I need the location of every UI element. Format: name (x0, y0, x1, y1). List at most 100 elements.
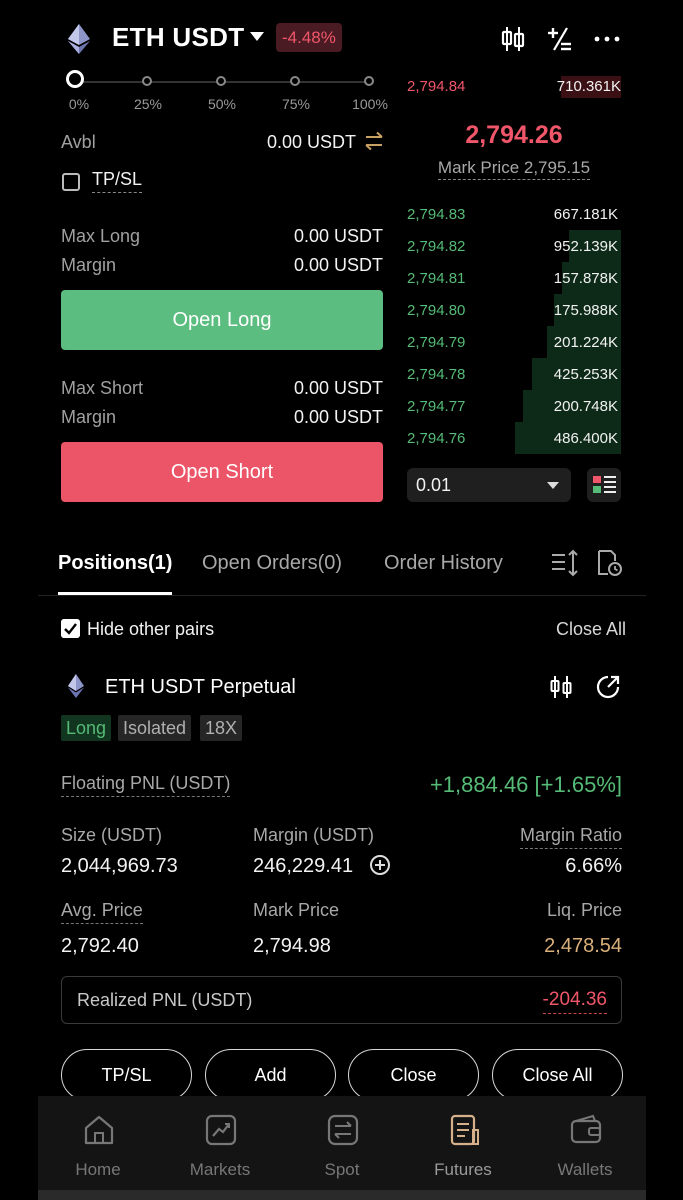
floating-pnl-label[interactable]: Floating PNL (USDT) (61, 773, 231, 797)
slider-dot-100[interactable] (364, 76, 374, 86)
orderbook-bid-row[interactable]: 2,794.80 175.988K (407, 294, 621, 326)
nav-wallets[interactable]: Wallets (525, 1096, 645, 1196)
orderbook-bid-row[interactable]: 2,794.77 200.748K (407, 390, 621, 422)
open-long-button[interactable]: Open Long (61, 290, 383, 350)
bid-price: 2,794.76 (407, 430, 466, 447)
precision-select[interactable]: 0.01 (407, 468, 571, 502)
avg-price-label[interactable]: Avg. Price (61, 900, 143, 924)
ethereum-logo-icon (68, 24, 90, 54)
liq-price-label: Liq. Price (546, 900, 622, 920)
bid-qty: 952.139K (553, 238, 618, 255)
history-document-icon[interactable] (594, 548, 624, 578)
slider-label-50: 50% (207, 96, 237, 112)
bid-price: 2,794.81 (407, 270, 466, 287)
tpsl-checkbox[interactable] (62, 173, 80, 191)
pair-dropdown-caret-icon[interactable] (250, 32, 264, 41)
slider-dot-25[interactable] (142, 76, 152, 86)
nav-futures[interactable]: Futures (403, 1096, 523, 1196)
mark-price-text: Mark Price 2,795.15 (437, 158, 591, 180)
calculator-icon[interactable] (544, 24, 574, 54)
margin-label: Margin (USDT) (253, 825, 375, 845)
slider-label-75: 75% (281, 96, 311, 112)
bid-price: 2,794.78 (407, 366, 466, 383)
wallet-icon (570, 1114, 602, 1144)
hide-other-pairs-checkbox[interactable] (61, 619, 80, 638)
margin-ratio-label[interactable]: Margin Ratio (519, 825, 622, 849)
more-options-icon[interactable] (592, 24, 622, 54)
orderbook-bid-row[interactable]: 2,794.81 157.878K (407, 262, 621, 294)
max-long-label: Max Long (61, 226, 141, 246)
realized-pnl-box[interactable]: Realized PNL (USDT) -204.36 (61, 976, 622, 1024)
bid-qty: 175.988K (553, 302, 618, 319)
bid-qty: 201.224K (553, 334, 618, 351)
add-margin-icon[interactable] (369, 854, 391, 876)
orderbook-bid-row[interactable]: 2,794.76 486.400K (407, 422, 621, 454)
slider-handle[interactable] (66, 70, 84, 88)
open-short-button[interactable]: Open Short (61, 442, 383, 502)
candlestick-chart-icon[interactable] (498, 24, 528, 54)
liq-price-value: 2,478.54 (544, 935, 622, 957)
transfer-icon[interactable] (364, 131, 384, 151)
margin-mode-tag: Isolated (118, 715, 192, 741)
share-icon[interactable] (595, 674, 621, 700)
margin-value: 246,229.41 (253, 855, 354, 877)
position-title[interactable]: ETH USDT Perpetual (105, 676, 296, 699)
bid-qty: 486.400K (553, 430, 618, 447)
close-button[interactable]: Close (348, 1049, 479, 1101)
system-home-bar (38, 1190, 646, 1200)
spot-swap-icon (327, 1114, 359, 1146)
nav-markets[interactable]: Markets (160, 1096, 280, 1196)
tab-positions[interactable]: Positions(1) (58, 552, 172, 575)
avg-price-value: 2,792.40 (61, 935, 139, 957)
tpsl-button[interactable]: TP/SL (61, 1049, 192, 1101)
pair-title[interactable]: ETH USDT (112, 22, 244, 53)
orderbook-layout-icon[interactable] (587, 468, 621, 502)
nav-home-label: Home (75, 1160, 121, 1179)
slider-dot-50[interactable] (216, 76, 226, 86)
long-margin-value: 0.00 USDT (293, 255, 383, 275)
tab-order-history[interactable]: Order History (384, 552, 503, 575)
tab-open-orders[interactable]: Open Orders(0) (202, 552, 342, 575)
active-tab-indicator (58, 592, 172, 595)
leverage-tag[interactable]: 18X (200, 715, 243, 741)
add-button[interactable]: Add (205, 1049, 336, 1101)
leverage-slider[interactable]: 0% 25% 50% 75% 100% (60, 70, 388, 116)
ask-price: 2,794.84 (407, 78, 466, 95)
bid-price: 2,794.82 (407, 238, 466, 255)
app-frame: ETH USDT -4.48% 0% 25% 50% 75% 100% Avbl… (38, 0, 646, 1200)
nav-home[interactable]: Home (38, 1096, 158, 1196)
close-all-positions-link[interactable]: Close All (556, 619, 626, 640)
close-all-button[interactable]: Close All (492, 1049, 623, 1101)
slider-label-100: 100% (352, 96, 388, 112)
hide-other-pairs-label[interactable]: Hide other pairs (87, 619, 214, 640)
tpsl-label[interactable]: TP/SL (92, 169, 143, 193)
orderbook-bid-row[interactable]: 2,794.79 201.224K (407, 326, 621, 358)
margin-ratio-value: 6.66% (565, 855, 622, 877)
floating-pnl-value: +1,884.46 [+1.65%] (429, 772, 622, 797)
candlestick-chart-icon[interactable] (548, 674, 574, 700)
orderbook-bid-row[interactable]: 2,794.78 425.253K (407, 358, 621, 390)
max-short-value: 0.00 USDT (293, 378, 383, 398)
slider-label-0: 0% (68, 96, 90, 112)
bid-qty: 157.878K (553, 270, 618, 287)
orderbook-bid-row[interactable]: 2,794.82 952.139K (407, 230, 621, 262)
chevron-down-icon (547, 482, 559, 489)
ethereum-logo-icon (68, 674, 84, 698)
mark-price[interactable]: Mark Price 2,795.15 (407, 158, 621, 180)
nav-spot-label: Spot (324, 1160, 360, 1179)
bid-qty: 425.253K (553, 366, 618, 383)
price-change-badge: -4.48% (276, 23, 342, 52)
orderbook-ask-row[interactable]: 2,794.84 710.361K (407, 76, 621, 100)
sort-icon[interactable] (550, 548, 580, 578)
avbl-value: 0.00 USDT (266, 132, 356, 152)
bid-price: 2,794.77 (407, 398, 466, 415)
realized-pnl-label: Realized PNL (USDT) (77, 990, 253, 1010)
nav-spot[interactable]: Spot (282, 1096, 402, 1196)
bottom-nav: Home Markets Spot Futures Wallets (38, 1096, 646, 1200)
orderbook-bid-row[interactable]: 2,794.83 667.181K (407, 198, 621, 230)
markets-chart-icon (205, 1114, 237, 1146)
slider-dot-75[interactable] (290, 76, 300, 86)
bid-price: 2,794.79 (407, 334, 466, 351)
bid-qty: 667.181K (553, 206, 618, 223)
last-price[interactable]: 2,794.26 (407, 121, 621, 150)
